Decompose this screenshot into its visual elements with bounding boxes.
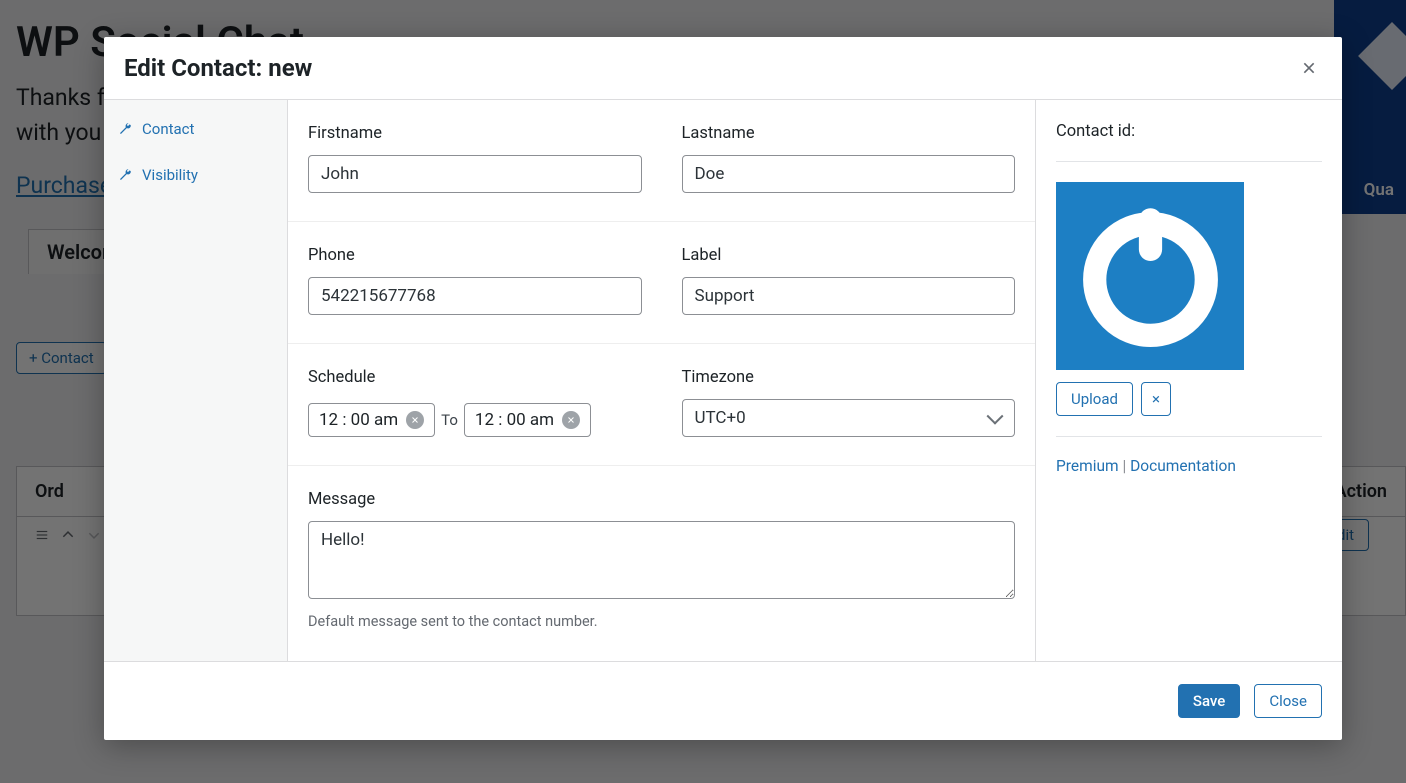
upload-button[interactable]: Upload	[1056, 382, 1133, 416]
clear-icon	[566, 415, 576, 425]
modal-footer: Save Close	[104, 662, 1342, 740]
avatar	[1056, 182, 1244, 370]
label-label: Label	[682, 246, 1016, 265]
wrench-icon	[118, 122, 132, 136]
phone-input[interactable]	[308, 277, 642, 315]
timezone-label: Timezone	[682, 368, 1016, 387]
label-input[interactable]	[682, 277, 1016, 315]
form-scroll-area[interactable]: Firstname Lastname Phone	[288, 100, 1035, 661]
close-modal-button[interactable]: Close	[1254, 684, 1322, 718]
remove-avatar-button[interactable]: ×	[1141, 382, 1171, 416]
close-button[interactable]	[1296, 55, 1322, 81]
phone-label: Phone	[308, 246, 642, 265]
close-icon	[1301, 60, 1317, 76]
sidebar-item-visibility[interactable]: Visibility	[104, 152, 287, 198]
save-button[interactable]: Save	[1178, 684, 1240, 718]
edit-contact-modal: Edit Contact: new Contact Visibility	[104, 37, 1342, 740]
modal-right-panel: Contact id: Upload × Premium | Documenta…	[1035, 100, 1342, 661]
message-helper: Default message sent to the contact numb…	[308, 613, 1015, 630]
schedule-to-label: To	[441, 411, 458, 429]
firstname-label: Firstname	[308, 124, 642, 143]
schedule-to-input[interactable]: 12 : 00 am	[464, 403, 591, 437]
timezone-select[interactable]: UTC+0	[682, 399, 1016, 437]
lastname-input[interactable]	[682, 155, 1016, 193]
gravatar-icon	[1073, 199, 1228, 354]
modal-sidebar: Contact Visibility	[104, 100, 288, 661]
message-textarea[interactable]	[308, 521, 1015, 599]
link-separator: |	[1119, 457, 1130, 475]
schedule-to-value: 12 : 00 am	[475, 410, 554, 430]
clear-to-button[interactable]	[562, 411, 580, 429]
modal-title: Edit Contact: new	[124, 54, 312, 82]
sidebar-item-label: Contact	[142, 120, 194, 138]
wrench-icon	[118, 168, 132, 182]
clear-icon	[410, 415, 420, 425]
firstname-input[interactable]	[308, 155, 642, 193]
schedule-from-value: 12 : 00 am	[319, 410, 398, 430]
premium-link[interactable]: Premium	[1056, 457, 1119, 475]
contact-id-label: Contact id:	[1056, 122, 1322, 141]
clear-from-button[interactable]	[406, 411, 424, 429]
lastname-label: Lastname	[682, 124, 1016, 143]
message-label: Message	[308, 490, 1015, 509]
documentation-link[interactable]: Documentation	[1130, 457, 1236, 475]
modal-header: Edit Contact: new	[104, 37, 1342, 100]
sidebar-item-contact[interactable]: Contact	[104, 106, 287, 152]
schedule-from-input[interactable]: 12 : 00 am	[308, 403, 435, 437]
schedule-label: Schedule	[308, 368, 642, 387]
sidebar-item-label: Visibility	[142, 166, 198, 184]
